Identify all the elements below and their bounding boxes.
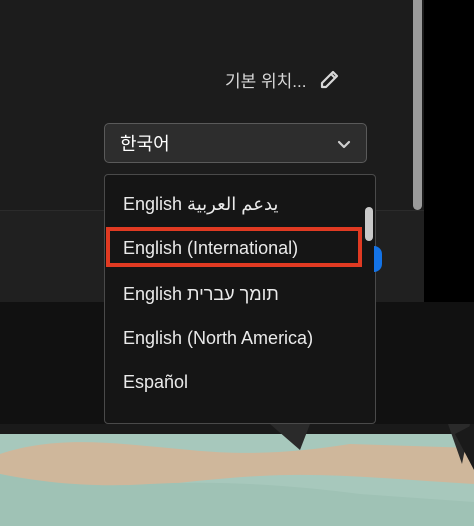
panel-scrollbar[interactable] bbox=[413, 0, 422, 210]
background-illustration bbox=[0, 424, 474, 526]
dropdown-scrollbar[interactable] bbox=[365, 207, 373, 241]
language-option-english-hebrew[interactable]: English תומך עברית bbox=[123, 279, 279, 309]
language-option-espanol[interactable]: Español bbox=[123, 367, 188, 397]
language-dropdown-menu: English يدعم العربية English (Internatio… bbox=[104, 174, 376, 424]
language-option-english-arabic[interactable]: English يدعم العربية bbox=[123, 189, 278, 219]
language-select-value: 한국어 bbox=[120, 134, 170, 154]
primary-button-edge[interactable] bbox=[374, 246, 382, 272]
highlight-box bbox=[106, 227, 362, 267]
default-location-row: 기본 위치... bbox=[225, 64, 365, 94]
default-location-label: 기본 위치... bbox=[225, 71, 307, 91]
language-select[interactable]: 한국어 bbox=[104, 123, 367, 163]
pencil-icon[interactable] bbox=[318, 67, 342, 91]
language-option-english-north-america[interactable]: English (North America) bbox=[123, 323, 313, 353]
chevron-down-icon bbox=[337, 140, 351, 149]
